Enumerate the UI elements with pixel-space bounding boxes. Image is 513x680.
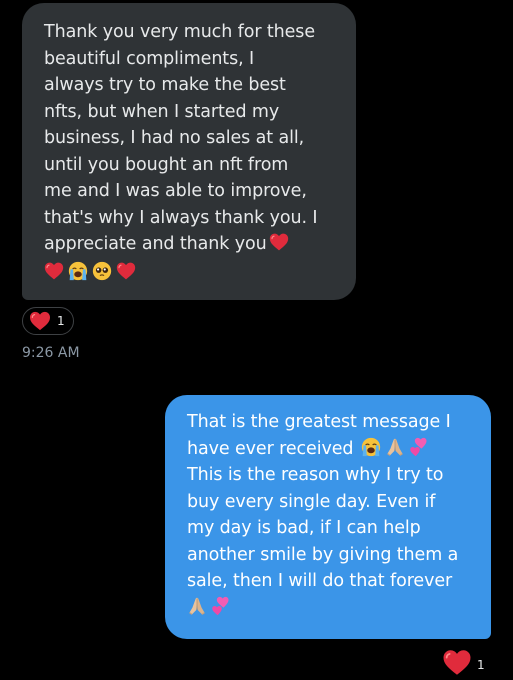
incoming-reaction-pill[interactable]: 1 bbox=[22, 307, 74, 335]
folded-hands-emoji-icon bbox=[385, 437, 405, 457]
reaction-count: 1 bbox=[57, 314, 65, 328]
message-line-text: appreciate and thank you bbox=[44, 234, 267, 254]
red-heart-emoji-icon bbox=[44, 261, 64, 281]
two-hearts-emoji-icon bbox=[211, 596, 231, 616]
folded-hands-emoji-icon bbox=[187, 596, 207, 616]
message-line: beautiful compliments, I bbox=[44, 48, 255, 69]
message-line: That is the greatest message I bbox=[187, 412, 451, 432]
message-line: another smile by giving them a bbox=[187, 544, 459, 565]
message-line: This is the reason why I try to bbox=[187, 465, 444, 485]
message-line: always try to make the best bbox=[44, 75, 286, 95]
red-heart-emoji-icon bbox=[269, 232, 289, 252]
message-line: until you bought an nft from bbox=[44, 154, 289, 175]
pleading-face-emoji-icon bbox=[92, 261, 112, 281]
message-timestamp: 9:26 AM bbox=[22, 345, 80, 361]
message-line: Thank you very much for these bbox=[44, 22, 315, 42]
emoji-line bbox=[187, 595, 477, 622]
message-line-with-emoji: appreciate and thank you bbox=[44, 231, 338, 258]
message-line: sale, then I will do that forever bbox=[187, 571, 453, 591]
message-line: buy every single day. Even if bbox=[187, 491, 436, 512]
emoji-line bbox=[44, 260, 338, 287]
message-line: nfts, but when I started my bbox=[44, 101, 280, 122]
message-line: my day is bad, if I can help bbox=[187, 518, 421, 538]
message-line: that's why I always thank you. I bbox=[44, 207, 318, 228]
two-hearts-emoji-icon bbox=[409, 437, 429, 457]
red-heart-emoji-icon bbox=[116, 261, 136, 281]
heart-reaction-icon bbox=[442, 649, 472, 676]
reaction-count: 1 bbox=[477, 658, 485, 672]
outgoing-message-bubble[interactable]: That is the greatest message I have ever… bbox=[165, 395, 491, 639]
loudly-crying-face-emoji-icon bbox=[361, 437, 381, 457]
message-line: me and I was able to improve, bbox=[44, 181, 307, 201]
message-line-with-emoji: have ever received bbox=[187, 436, 477, 463]
incoming-message-bubble[interactable]: Thank you very much for these beautiful … bbox=[22, 3, 356, 300]
outgoing-reaction[interactable]: 1 bbox=[440, 648, 502, 676]
message-line: business, I had no sales at all, bbox=[44, 128, 305, 148]
message-line-text: have ever received bbox=[187, 438, 354, 459]
heart-reaction-icon bbox=[29, 311, 51, 331]
loudly-crying-face-emoji-icon bbox=[68, 261, 88, 281]
